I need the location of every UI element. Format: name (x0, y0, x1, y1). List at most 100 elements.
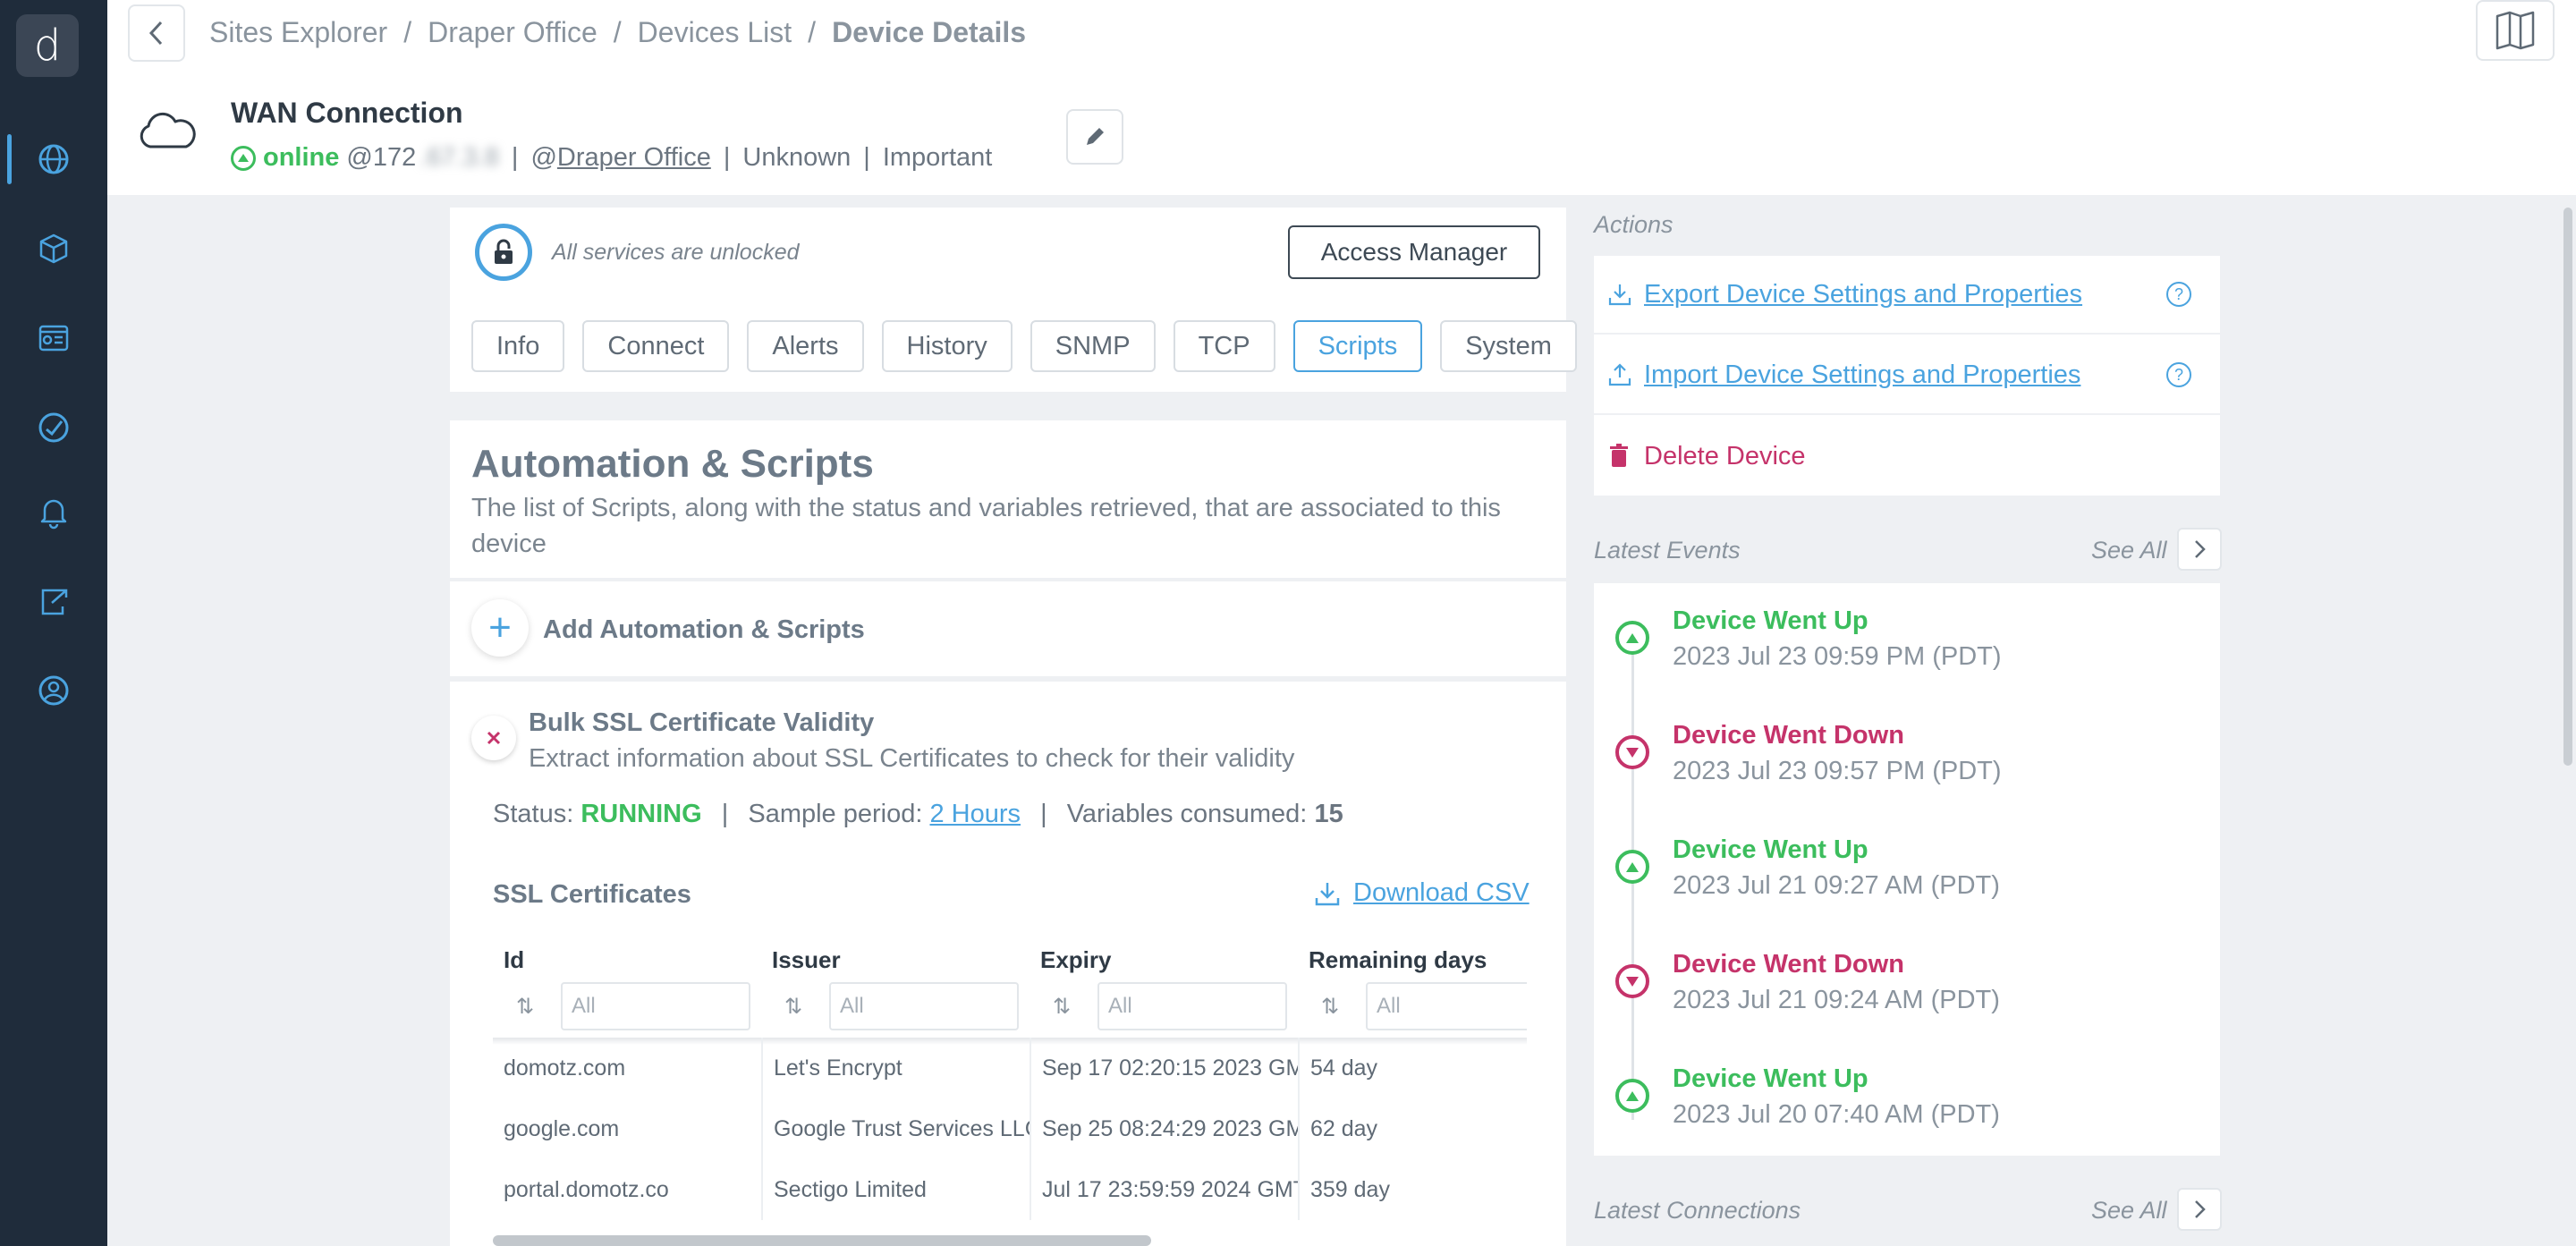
breadcrumb-separator: / (613, 16, 622, 48)
chevron-right-icon (2195, 1200, 2206, 1218)
export-settings-action[interactable]: Export Device Settings and Properties ? (1594, 256, 2220, 335)
help-icon[interactable]: ? (2166, 282, 2191, 307)
event-item[interactable]: Device Went Up 2023 Jul 21 09:27 AM (PDT… (1594, 812, 2220, 927)
breadcrumb: Sites Explorer / Draper Office / Devices Lis… (209, 16, 1026, 49)
help-icon[interactable]: ? (2166, 362, 2191, 387)
event-time: 2023 Jul 21 09:24 AM (PDT) (1673, 986, 2000, 1014)
user-circle-icon (38, 675, 69, 706)
access-manager-button[interactable]: Access Manager (1288, 225, 1540, 279)
add-automation-row[interactable]: + Add Automation & Scripts (450, 581, 1566, 676)
sidebar-item-devices[interactable] (0, 213, 107, 284)
download-csv-label[interactable]: Download CSV (1353, 878, 1530, 908)
cell-id: google.com (504, 1115, 620, 1141)
table-header: Id Issuer Expiry Remaining days ⇅ All ⇅ Al… (493, 937, 1527, 1041)
tab-connect[interactable]: Connect (582, 320, 730, 372)
latest-events-label: Latest Events (1594, 537, 1741, 564)
download-icon (1608, 283, 1631, 306)
table-horizontal-scrollbar[interactable] (493, 1235, 1151, 1246)
sort-icon[interactable]: ⇅ (784, 994, 820, 1020)
app-logo[interactable]: d (16, 14, 79, 77)
column-remaining[interactable]: Remaining days (1309, 946, 1487, 974)
event-item[interactable]: Device Went Up 2023 Jul 23 09:59 PM (PDT… (1594, 583, 2220, 698)
status-label: Status: (493, 800, 574, 828)
import-settings-link[interactable]: Import Device Settings and Properties (1644, 360, 2080, 390)
add-icon[interactable]: + (471, 599, 529, 657)
sort-icon[interactable]: ⇅ (1321, 994, 1357, 1020)
status-up-icon (1615, 850, 1649, 884)
automation-header: Automation & Scripts The list of Scripts… (450, 420, 1566, 578)
export-settings-link[interactable]: Export Device Settings and Properties (1644, 280, 2082, 309)
delete-device-label[interactable]: Delete Device (1644, 442, 1806, 471)
edit-device-button[interactable] (1066, 109, 1123, 165)
add-automation-label[interactable]: Add Automation & Scripts (543, 615, 865, 645)
filter-input[interactable]: All (1366, 982, 1527, 1030)
tab-scripts[interactable]: Scripts (1292, 320, 1423, 372)
sidebar-item-account[interactable] (0, 655, 107, 726)
sample-label: Sample period: (748, 800, 923, 828)
event-item[interactable]: Device Went Down 2023 Jul 21 09:24 AM (P… (1594, 927, 2220, 1041)
breadcrumb-devices-list[interactable]: Devices List (638, 16, 792, 48)
event-item[interactable]: Device Went Down 2023 Jul 23 09:57 PM (P… (1594, 698, 2220, 812)
column-id[interactable]: Id (504, 946, 524, 974)
filter-input[interactable]: All (1097, 982, 1287, 1030)
tab-tcp[interactable]: TCP (1173, 320, 1275, 372)
documentation-button[interactable] (2476, 0, 2555, 61)
back-button[interactable] (128, 4, 185, 62)
device-importance: Important (882, 143, 993, 172)
cell-id: domotz.com (504, 1055, 626, 1081)
device-site-link[interactable]: Draper Office (557, 143, 711, 172)
column-expiry[interactable]: Expiry (1040, 946, 1112, 974)
pencil-icon (1087, 128, 1104, 145)
dashboard-icon (38, 325, 69, 352)
status-up-icon (1615, 1079, 1649, 1113)
event-title: Device Went Down (1673, 721, 1904, 750)
column-issuer[interactable]: Issuer (772, 946, 841, 974)
download-csv-link[interactable]: Download CSV (1314, 878, 1530, 908)
download-icon (1315, 882, 1340, 905)
connections-next-button[interactable] (2177, 1188, 2222, 1231)
actions-card: Export Device Settings and Properties ? … (1594, 256, 2220, 496)
sidebar-item-monitoring[interactable] (0, 392, 107, 463)
sidebar-item-alerts[interactable] (0, 476, 107, 547)
page-scrollbar[interactable] (2563, 208, 2572, 766)
tab-snmp[interactable]: SNMP (1030, 320, 1156, 372)
breadcrumb-sites-explorer[interactable]: Sites Explorer (209, 16, 387, 48)
export-icon (41, 589, 68, 615)
status-down-icon (1615, 735, 1649, 769)
remove-script-button[interactable] (471, 716, 516, 760)
table-row[interactable]: portal.domotz.co Sectigo Limited Jul 17 … (493, 1159, 1527, 1220)
event-title: Device Went Up (1673, 1064, 1868, 1093)
cell-issuer: Google Trust Services LLC (761, 1098, 1030, 1159)
tab-history[interactable]: History (881, 320, 1013, 372)
connections-see-all[interactable]: See All (2091, 1197, 2167, 1225)
device-type: Unknown (742, 143, 852, 172)
filter-remaining: ⇅ All (1321, 982, 1527, 1030)
events-next-button[interactable] (2177, 528, 2222, 571)
breadcrumb-draper-office[interactable]: Draper Office (428, 16, 597, 48)
status-up-icon (1615, 621, 1649, 655)
sidebar-item-sites-explorer[interactable] (0, 123, 107, 195)
actions-label: Actions (1594, 211, 1674, 238)
sidebar-item-dashboard[interactable] (0, 302, 107, 374)
table-row[interactable]: google.com Google Trust Services LLC Sep… (493, 1098, 1527, 1159)
device-site[interactable]: @Draper Office (530, 143, 710, 173)
events-see-all[interactable]: See All (2091, 537, 2167, 564)
sample-period-link[interactable]: 2 Hours (929, 800, 1021, 828)
tab-alerts[interactable]: Alerts (747, 320, 864, 372)
event-item[interactable]: Device Went Up 2023 Jul 20 07:40 AM (PDT… (1594, 1041, 2220, 1156)
unlock-icon (475, 224, 532, 281)
tab-system[interactable]: System (1440, 320, 1577, 372)
filter-input[interactable]: All (829, 982, 1019, 1030)
tab-info[interactable]: Info (471, 320, 565, 372)
filter-input[interactable]: All (561, 982, 750, 1030)
ssl-table: Id Issuer Expiry Remaining days ⇅ All ⇅ Al… (493, 937, 1527, 1246)
vars-value: 15 (1314, 800, 1343, 828)
script-card: Bulk SSL Certificate Validity Extract in… (450, 682, 1566, 1246)
table-row[interactable]: domotz.com Let's Encrypt Sep 17 02:20:15… (493, 1038, 1527, 1098)
import-settings-action[interactable]: Import Device Settings and Properties ? (1594, 336, 2220, 415)
delete-device-action[interactable]: Delete Device (1594, 417, 2220, 496)
sort-icon[interactable]: ⇅ (516, 994, 552, 1020)
sort-icon[interactable]: ⇅ (1053, 994, 1089, 1020)
sidebar-item-reports[interactable] (0, 565, 107, 637)
globe-icon (38, 144, 69, 174)
